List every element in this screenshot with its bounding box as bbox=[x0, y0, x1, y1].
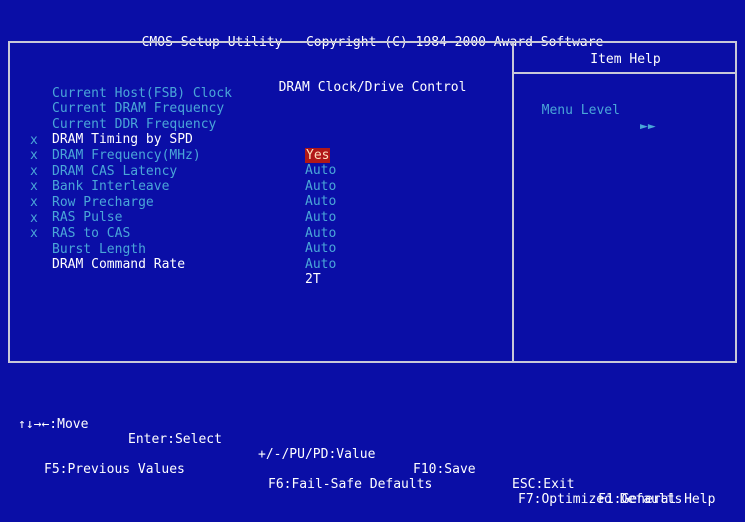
setting-value[interactable]: 2T bbox=[305, 272, 321, 287]
setting-ras-pulse: x RAS Pulse Auto bbox=[30, 180, 500, 241]
setting-row-precharge: x Row Precharge Auto bbox=[30, 164, 500, 225]
menu-level-label: Menu Level bbox=[541, 103, 620, 119]
bios-header: CMOS Setup Utility - Copyright (C) 1984-… bbox=[0, 0, 745, 96]
settings-list: Current Host(FSB) Clock Current DRAM Fre… bbox=[30, 55, 500, 288]
key-legend-line-2: F5:Previous Values F6:Fail-Safe Defaults… bbox=[0, 447, 745, 507]
key-legend: ↑↓→←:Move Enter:Select +/-/PU/PD:Value F… bbox=[0, 372, 745, 507]
optimized-defaults-key-hint: F7:Optimized Defaults bbox=[518, 492, 683, 507]
setting-dram-frequency: x DRAM Frequency(MHz) Auto bbox=[30, 117, 500, 179]
setting-dram-cas-latency: x DRAM CAS Latency Auto bbox=[30, 133, 500, 194]
setting-label[interactable]: DRAM Command Rate bbox=[52, 257, 185, 272]
setting-burst-length: x Burst Length Auto bbox=[30, 211, 500, 272]
item-help-title: Item Help bbox=[590, 52, 661, 67]
previous-values-key-hint: F5:Previous Values bbox=[44, 462, 185, 477]
setting-dram-command-rate[interactable]: DRAM Command Rate 2T bbox=[30, 227, 500, 287]
setting-current-host-fsb-clock: Current Host(FSB) Clock bbox=[30, 55, 500, 101]
help-title-divider bbox=[514, 72, 737, 74]
move-key-hint: ↑↓→←:Move bbox=[18, 417, 89, 432]
setting-dram-timing-by-spd[interactable]: DRAM Timing by SPD Yes bbox=[30, 102, 500, 163]
save-key-hint: F10:Save bbox=[413, 462, 476, 477]
setting-current-ddr-frequency: Current DDR Frequency bbox=[30, 86, 500, 132]
double-arrow-right-icon: ►► bbox=[640, 118, 656, 134]
exit-key-hint: ESC:Exit bbox=[512, 477, 575, 492]
setting-label: Burst Length bbox=[52, 241, 146, 257]
key-legend-line-1: ↑↓→←:Move Enter:Select +/-/PU/PD:Value F… bbox=[0, 402, 745, 507]
fail-safe-defaults-key-hint: F6:Fail-Safe Defaults bbox=[268, 477, 433, 492]
setting-bank-interleave: x Bank Interleave Auto bbox=[30, 149, 500, 210]
setting-value: Auto bbox=[305, 241, 337, 257]
menu-level: Menu Level ►► bbox=[526, 88, 656, 134]
select-key-hint: Enter:Select bbox=[128, 432, 222, 447]
setting-value: Auto bbox=[305, 256, 337, 272]
setting-current-dram-frequency: Current DRAM Frequency bbox=[30, 71, 500, 116]
panel-divider bbox=[512, 41, 514, 363]
setting-ras-to-cas: x RAS to CAS Auto bbox=[30, 195, 500, 257]
